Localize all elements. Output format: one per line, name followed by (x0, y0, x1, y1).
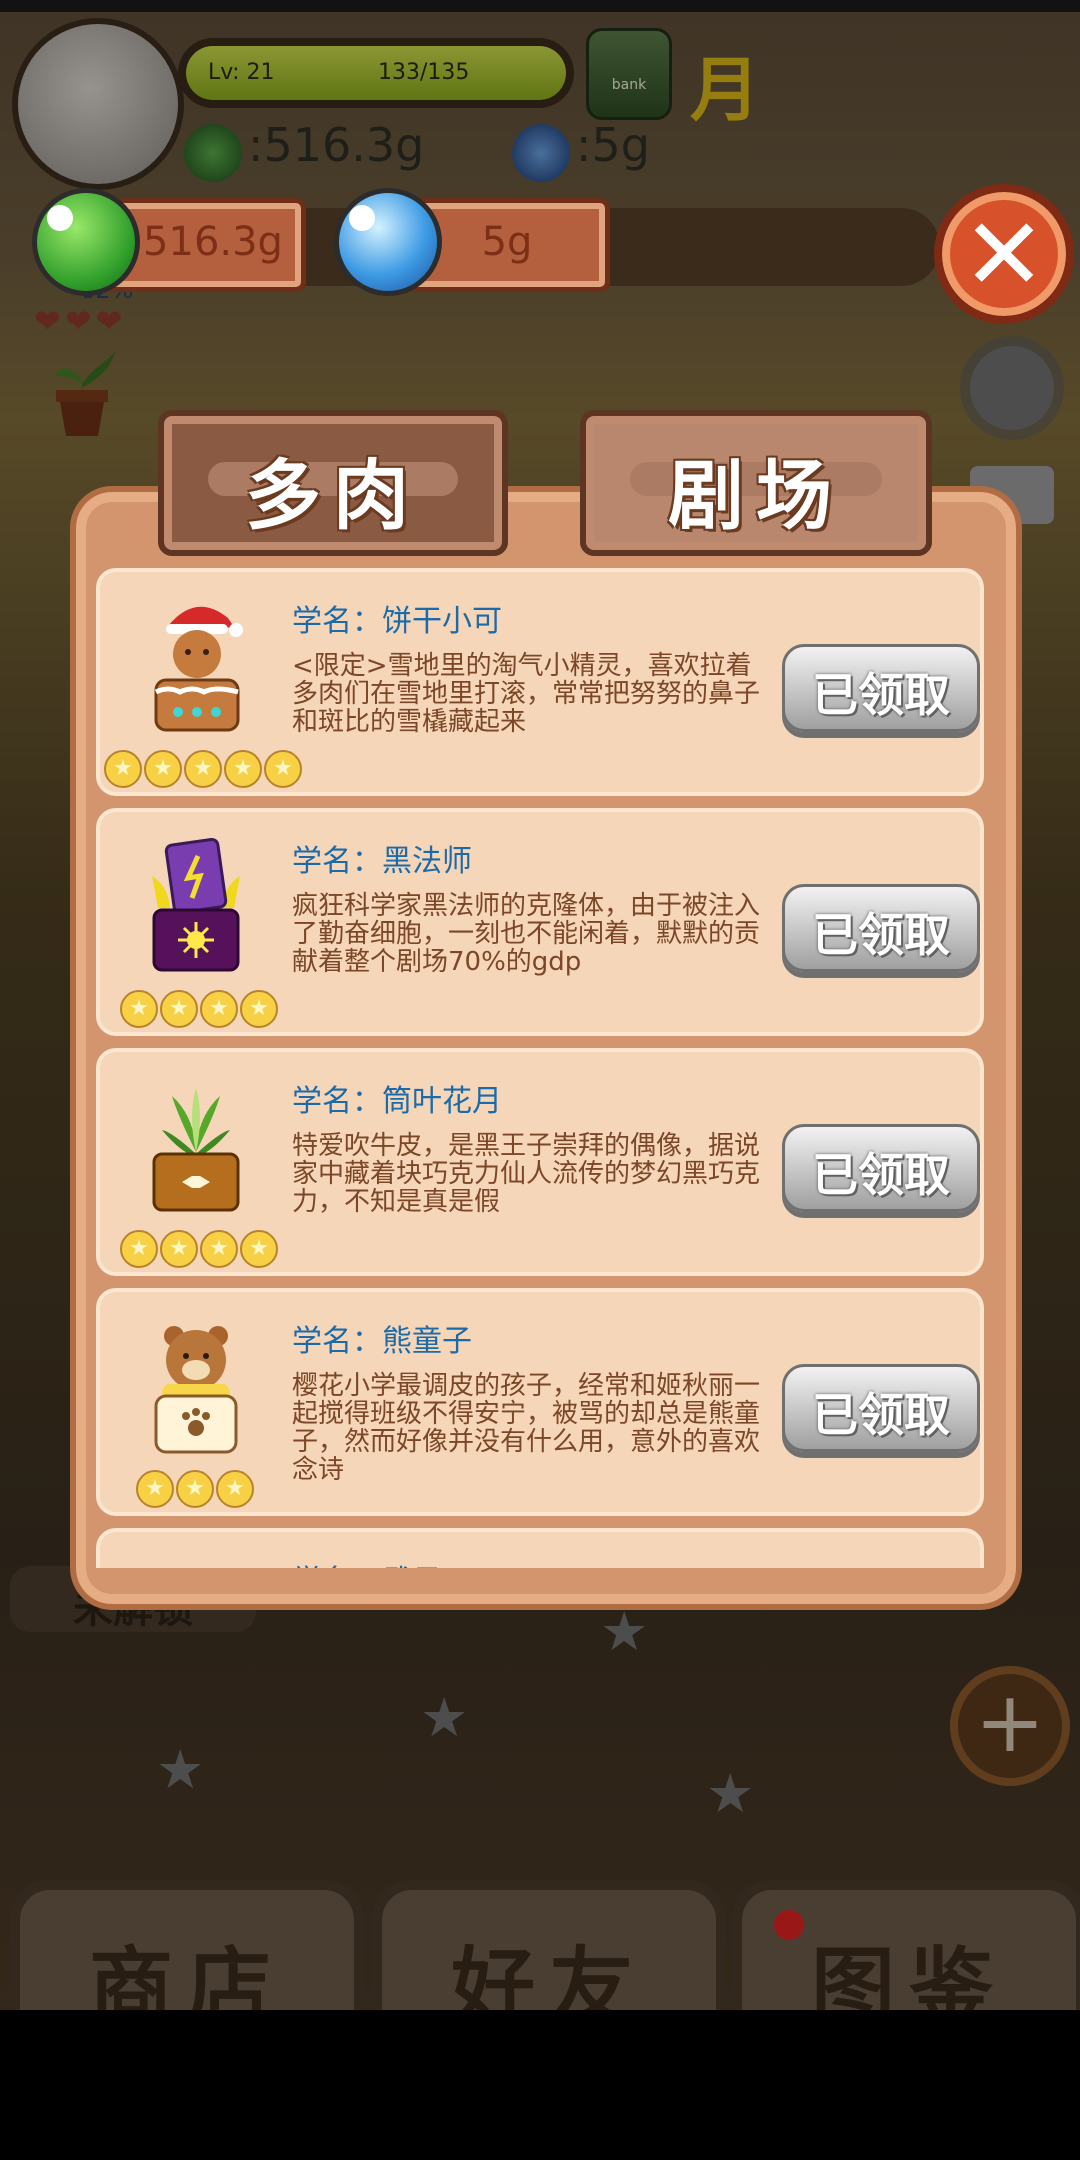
character-name: 学名：筒叶花月 (292, 1084, 502, 1119)
tab-succulents-label: 多肉 (245, 451, 421, 540)
claimed-button[interactable]: 已领取 (782, 1364, 980, 1452)
character-card: 学名：熊童子 樱花小学最调皮的孩子，经常和姬秋丽一起搅得班级不得安宁，被骂的却总… (96, 1288, 984, 1516)
star-icon: ★ (264, 750, 302, 788)
rating-stars: ★ ★ ★ ★ (120, 990, 280, 1028)
star-icon: ★ (200, 1230, 238, 1268)
character-name: 学名：熊童子 (292, 1324, 472, 1359)
claimed-button-label: 已领取 (812, 1148, 950, 1202)
rating-stars: ★ ★ ★ ★ (120, 1230, 280, 1268)
claimed-button-label: 已领取 (812, 1388, 950, 1442)
star-icon: ★ (120, 990, 158, 1028)
star-icon: ★ (160, 990, 198, 1028)
character-card: 学名：筒叶花月 特爱吹牛皮，是黑王子崇拜的偶像，据说家中藏着块巧克力仙人流传的梦… (96, 1048, 984, 1276)
bear-icon (154, 1326, 238, 1454)
star-icon: ★ (224, 750, 262, 788)
claimed-button[interactable]: 已领取 (782, 884, 980, 972)
claimed-button-label: 已领取 (812, 908, 950, 962)
star-icon: ★ (104, 750, 142, 788)
character-card: 学名：饼干小可 <限定>雪地里的淘气小精灵，喜欢拉着多肉们在雪地里打滚，常常把努… (96, 568, 984, 796)
character-description: 疯狂科学家黑法师的克隆体，由于被注入了勤奋细胞，一刻也不能闲着，默默的贡献着整个… (292, 891, 761, 977)
spellbook-icon (152, 837, 240, 972)
character-card: 学名：武日 (96, 1528, 984, 1568)
character-name: 学名：武日 (292, 1556, 442, 1568)
star-icon: ★ (176, 1470, 214, 1508)
star-icon: ★ (160, 1230, 198, 1268)
star-icon: ★ (184, 750, 222, 788)
character-list[interactable]: 学名：饼干小可 <限定>雪地里的淘气小精灵，喜欢拉着多肉们在雪地里打滚，常常把努… (96, 568, 984, 1568)
star-icon: ★ (240, 1230, 278, 1268)
claimed-button[interactable]: 已领取 (782, 644, 980, 732)
star-icon: ★ (240, 990, 278, 1028)
rating-stars: ★ ★ ★ ★ ★ (104, 750, 304, 788)
game-screen: Lv: 21 133/135 bank 月 :516.3g :5g 62% ❤❤… (0, 0, 1080, 2010)
star-icon: ★ (216, 1470, 254, 1508)
star-icon: ★ (200, 990, 238, 1028)
close-button[interactable]: ✕ (934, 184, 1074, 324)
sprout-pot-icon (152, 1088, 240, 1212)
character-name: 学名：黑法师 (292, 844, 472, 879)
tab-theater-label: 剧场 (668, 451, 844, 540)
rating-stars: ★ ★ ★ (136, 1470, 256, 1508)
claimed-button[interactable]: 已领取 (782, 1124, 980, 1212)
moon-icon (148, 1556, 244, 1568)
leaf-currency-icon (32, 188, 140, 296)
character-description: 特爱吹牛皮，是黑王子崇拜的偶像，据说家中藏着块巧克力仙人流传的梦幻黑巧克力，不知… (292, 1131, 761, 1217)
star-icon: ★ (144, 750, 182, 788)
claimed-button-label: 已领取 (812, 668, 950, 722)
close-icon: ✕ (962, 196, 1046, 313)
gingerbread-icon (154, 606, 243, 732)
character-description: 樱花小学最调皮的孩子，经常和姬秋丽一起搅得班级不得安宁，被骂的却总是熊童子，然而… (292, 1371, 761, 1485)
gem-currency-icon (334, 188, 442, 296)
character-name: 学名：饼干小可 (292, 604, 502, 639)
character-description: <限定>雪地里的淘气小精灵，喜欢拉着多肉们在雪地里打滚，常常把努努的鼻子和斑比的… (292, 651, 761, 737)
tab-succulents[interactable]: 多肉 (158, 410, 508, 556)
character-card: 学名：黑法师 疯狂科学家黑法师的克隆体，由于被注入了勤奋细胞，一刻也不能闲着，默… (96, 808, 984, 1036)
star-icon: ★ (136, 1470, 174, 1508)
star-icon: ★ (120, 1230, 158, 1268)
tab-theater[interactable]: 剧场 (580, 410, 932, 556)
